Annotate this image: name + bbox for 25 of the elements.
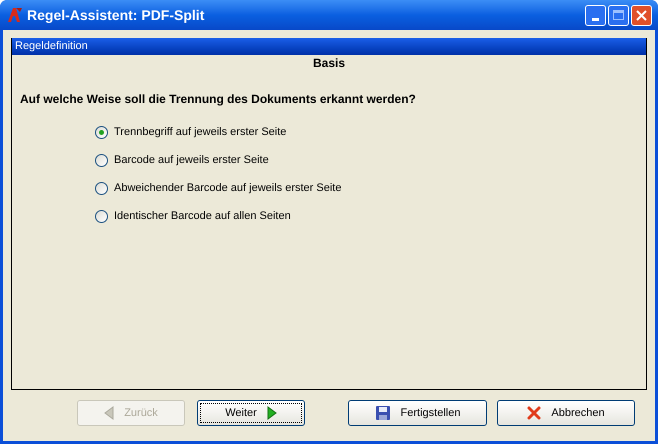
question-text: Auf welche Weise soll die Trennung des Dokuments erkannt werden? [20,91,417,108]
section-title: Basis [312,56,346,71]
maximize-button[interactable] [608,4,629,26]
radio-button[interactable] [95,182,108,194]
radio-button[interactable] [95,126,108,138]
minimize-icon [592,18,599,20]
panel-header: Regeldefinition [12,38,646,55]
close-button[interactable] [631,4,652,26]
maximize-icon [613,10,624,20]
radio-button[interactable] [95,154,108,166]
radio-option[interactable]: Barcode auf jeweils erster Seite [95,152,646,168]
radio-button[interactable] [95,210,108,222]
close-icon [636,10,647,20]
right-triangle-icon [266,406,277,420]
minimize-button[interactable] [585,4,606,26]
app-logo-icon [6,7,22,23]
finish-button[interactable]: Fertigstellen [348,400,487,426]
radio-option[interactable]: Abweichender Barcode auf jeweils erster Seite [95,180,646,196]
next-button[interactable]: Weiter [197,400,305,426]
radio-option[interactable]: Identischer Barcode auf allen Seiten [95,208,646,224]
cancel-button[interactable]: Abbrechen [497,400,635,426]
left-triangle-icon [104,406,114,420]
close-icon [527,406,542,420]
window-title: Regel-Assistent: PDF-Split [27,6,204,25]
radio-option[interactable]: Trennbegriff auf jeweils erster Seite [95,124,646,140]
